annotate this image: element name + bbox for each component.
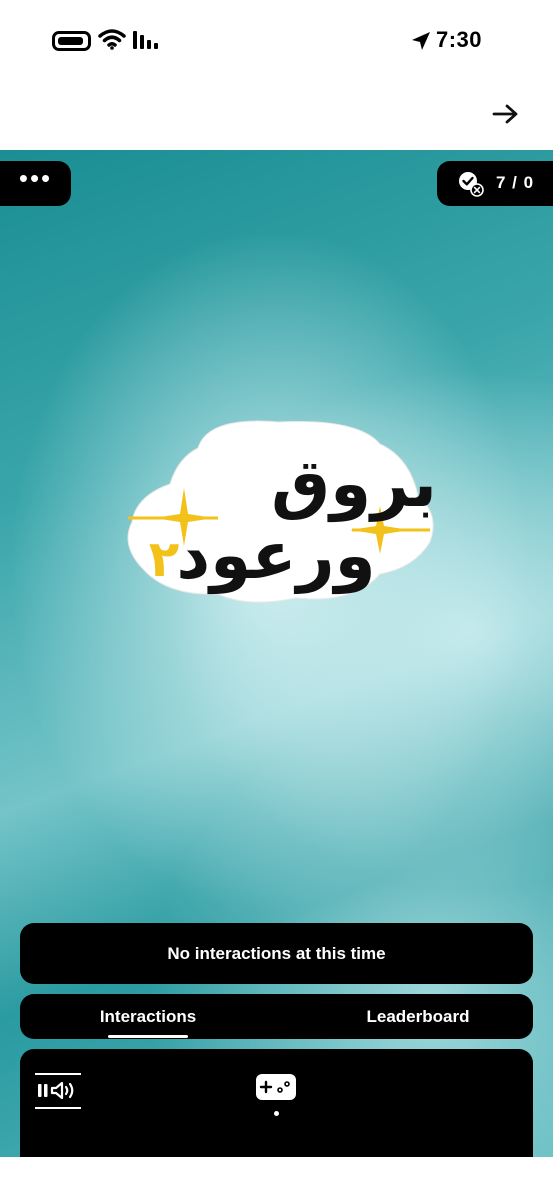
active-tab-indicator xyxy=(108,1035,188,1038)
signal-icon xyxy=(133,31,158,49)
forward-button[interactable] xyxy=(488,96,524,132)
status-bar: 7:30 xyxy=(0,0,553,82)
no-interactions-banner: No interactions at this time xyxy=(20,923,533,984)
header xyxy=(0,82,553,150)
location-arrow-icon xyxy=(412,32,430,50)
more-options-button[interactable]: ••• xyxy=(0,161,71,206)
tab-bar: Interactions Leaderboard xyxy=(20,994,533,1039)
divider xyxy=(35,1073,81,1075)
game-button[interactable] xyxy=(256,1074,296,1100)
check-badge-icon xyxy=(459,172,484,197)
pause-volume-icon xyxy=(38,1081,74,1100)
show-logo: بروق ورعود ٢ xyxy=(127,420,437,603)
tab-interactions-label: Interactions xyxy=(99,1006,197,1026)
tab-leaderboard[interactable]: Leaderboard xyxy=(340,994,496,1039)
status-time: 7:30 xyxy=(436,27,483,52)
gamepad-icon xyxy=(259,1080,290,1094)
score-text: 7 / 0 xyxy=(496,173,535,192)
page-indicator-dot xyxy=(274,1111,279,1116)
bottom-safe-area xyxy=(0,1157,553,1200)
score-badge[interactable]: 7 / 0 xyxy=(437,161,553,206)
ellipsis-icon: ••• xyxy=(18,163,53,193)
controls-panel xyxy=(20,1049,533,1157)
audio-control-button[interactable] xyxy=(35,1073,81,1111)
video-stage: ••• 7 / 0 بروق ورعود ٢ No interactions a… xyxy=(0,150,553,1157)
tab-leaderboard-label: Leaderboard xyxy=(366,1006,470,1026)
logo-line1: بروق xyxy=(271,445,437,523)
wifi-icon xyxy=(98,29,126,50)
tab-interactions[interactable]: Interactions xyxy=(80,994,216,1039)
divider xyxy=(35,1107,81,1109)
logo-line2: ورعود xyxy=(176,517,375,595)
battery-icon xyxy=(52,31,91,51)
notice-text: No interactions at this time xyxy=(167,943,386,963)
logo-number: ٢ xyxy=(149,530,180,588)
arrow-right-icon xyxy=(492,104,518,124)
